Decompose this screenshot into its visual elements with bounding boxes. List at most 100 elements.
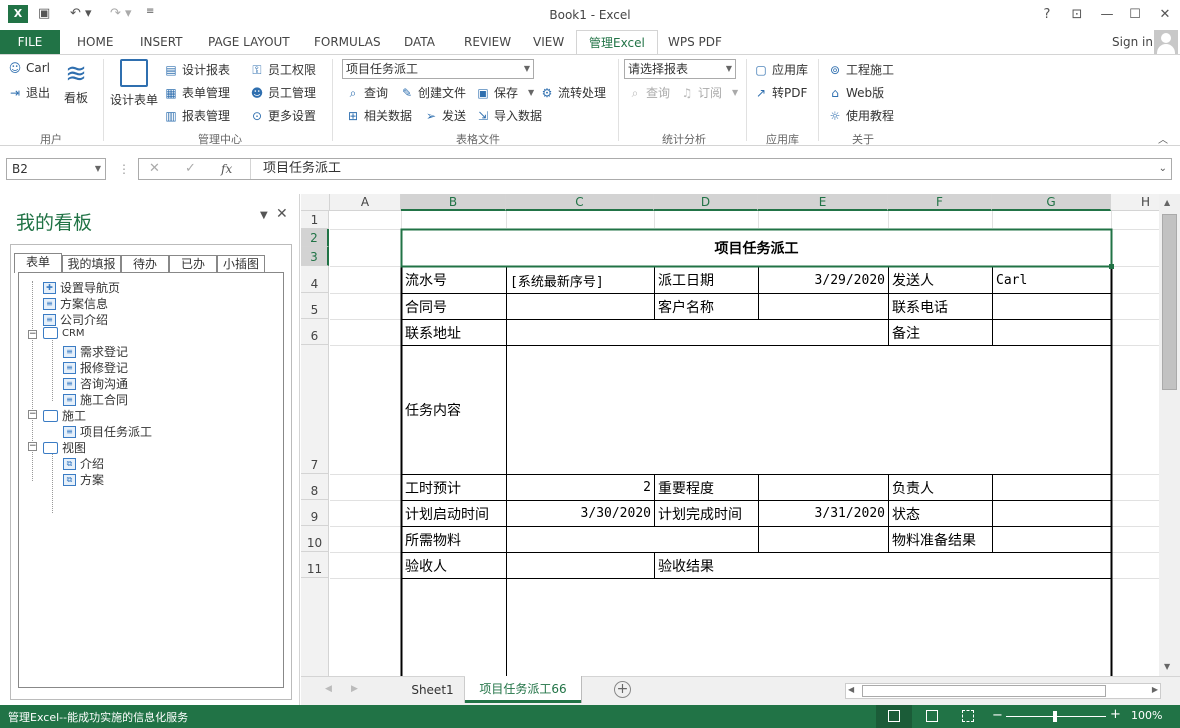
scroll-down-icon[interactable]: ▼: [1164, 662, 1170, 671]
help-button[interactable]: ?: [1032, 4, 1062, 26]
prev-sheet-icon[interactable]: ◀: [325, 684, 332, 694]
tab-formulas[interactable]: FORMULAS: [314, 30, 381, 54]
tutorial-button[interactable]: ☼ 使用教程: [828, 107, 894, 124]
plan-end-value[interactable]: 3/31/2020: [759, 501, 888, 526]
kanban-button[interactable]: ≋ 看板: [64, 59, 88, 106]
page-layout-icon[interactable]: [926, 710, 938, 722]
tab-home[interactable]: HOME: [77, 30, 113, 54]
tree-item[interactable]: ≡ 需求登记: [63, 343, 128, 360]
next-sheet-icon[interactable]: ▶: [351, 684, 358, 694]
formula-input[interactable]: ✕ ✓ fx 项目任务派工 ⌄: [138, 158, 1172, 180]
vertical-scrollbar[interactable]: ▲ ▼: [1159, 194, 1180, 676]
panel-tab-todo[interactable]: 待办: [121, 255, 169, 273]
worksheet-grid[interactable]: A B C D E F G H 1 2 3 4 5 6 7 8 9 10 11: [301, 194, 1159, 676]
send-button[interactable]: ➢ 发送: [424, 107, 466, 124]
import-data-button[interactable]: ⇲ 导入数据: [476, 107, 542, 124]
remark-value[interactable]: [993, 320, 1111, 345]
carl-button[interactable]: ☺ Carl: [8, 61, 50, 75]
form-manage-button[interactable]: ▦ 表单管理: [164, 84, 230, 101]
customer-value[interactable]: [759, 294, 888, 319]
avatar[interactable]: [1154, 30, 1178, 54]
app-store-button[interactable]: ▢ 应用库: [754, 61, 808, 78]
form-title[interactable]: 项目任务派工: [402, 230, 1111, 266]
horizontal-scrollbar[interactable]: ◀ ▶: [845, 683, 1161, 699]
tab-review[interactable]: REVIEW: [464, 30, 511, 54]
fx-icon[interactable]: fx: [221, 159, 232, 179]
related-data-button[interactable]: ⊞ 相关数据: [346, 107, 412, 124]
panel-tab-forms[interactable]: 表单: [14, 253, 62, 273]
report-manage-button[interactable]: ▥ 报表管理: [164, 107, 230, 124]
restore-icon[interactable]: ☐: [1120, 4, 1150, 26]
page-break-icon[interactable]: [962, 710, 974, 722]
tab-page-layout[interactable]: PAGE LAYOUT: [208, 30, 290, 54]
close-icon[interactable]: ✕: [276, 206, 288, 222]
scroll-up-icon[interactable]: ▲: [1164, 198, 1170, 207]
query-button[interactable]: ⌕ 查询: [346, 84, 388, 101]
ribbon-display-icon[interactable]: ⊡: [1062, 4, 1092, 26]
employee-permission-button[interactable]: ⚿ 员工权限: [250, 61, 316, 78]
tree-item[interactable]: ⧉ 介绍: [63, 455, 104, 472]
tab-insert[interactable]: INSERT: [140, 30, 183, 54]
panel-tab-done[interactable]: 已办: [169, 255, 217, 273]
save-button[interactable]: ▣ 保存 ▼: [476, 84, 534, 101]
normal-view-icon[interactable]: [876, 705, 912, 728]
enter-icon[interactable]: ✓: [185, 159, 196, 179]
zoom-out-icon[interactable]: −: [992, 708, 1003, 723]
owner-value[interactable]: [993, 475, 1111, 500]
stats-query-button[interactable]: ⌕ 查询: [628, 84, 670, 101]
add-sheet-icon[interactable]: +: [614, 681, 631, 698]
address-value[interactable]: [507, 320, 888, 345]
contract-value[interactable]: [507, 294, 654, 319]
tree-item[interactable]: ≡ 项目任务派工: [63, 423, 152, 440]
collapse-ribbon-icon[interactable]: ︿: [1158, 131, 1168, 146]
tab-view[interactable]: VIEW: [533, 30, 564, 54]
panel-tab-my-filled[interactable]: 我的填报: [62, 255, 121, 273]
template-select[interactable]: 项目任务派工 ▼: [342, 59, 534, 79]
zoom-slider-thumb[interactable]: [1053, 711, 1057, 722]
more-settings-button[interactable]: ⊙ 更多设置: [250, 107, 316, 124]
close-icon[interactable]: ✕: [1150, 4, 1180, 26]
tab-wps-pdf[interactable]: WPS PDF: [668, 30, 722, 54]
tree-item[interactable]: ≡ 公司介绍: [43, 311, 108, 328]
scroll-right-icon[interactable]: ▶: [1152, 685, 1158, 694]
materials-value[interactable]: [507, 527, 888, 552]
plan-start-value[interactable]: 3/30/2020: [507, 501, 654, 526]
design-form-button[interactable]: 设计表单: [110, 59, 158, 108]
web-version-button[interactable]: ⌂ Web版: [828, 84, 884, 101]
employee-manage-button[interactable]: ☻ 员工管理: [250, 84, 316, 101]
scroll-thumb[interactable]: [862, 685, 1106, 697]
tree-item[interactable]: ≡ 报修登记: [63, 359, 128, 376]
panel-tab-illustrations[interactable]: 小插图: [217, 255, 265, 273]
tree-item[interactable]: ≡ 方案信息: [43, 295, 108, 312]
collapse-icon[interactable]: −: [28, 442, 37, 451]
minimize-icon[interactable]: —: [1092, 4, 1122, 26]
scroll-left-icon[interactable]: ◀: [848, 685, 854, 694]
sheet-tab-sheet1[interactable]: Sheet1: [401, 677, 465, 703]
tree-folder[interactable]: 视图: [43, 439, 86, 456]
tree-item[interactable]: ✚ 设置导航页: [43, 279, 120, 296]
name-box[interactable]: B2 ▼: [6, 158, 106, 180]
tree-item[interactable]: ≡ 咨询沟通: [63, 375, 128, 392]
state-value[interactable]: [993, 501, 1111, 526]
flow-button[interactable]: ⚙ 流转处理: [540, 84, 606, 101]
to-pdf-button[interactable]: ↗ 转PDF: [754, 84, 807, 101]
tree-folder[interactable]: CRM: [43, 327, 85, 339]
hours-value[interactable]: 2: [507, 475, 654, 500]
tree-item[interactable]: ≡ 施工合同: [63, 391, 128, 408]
logout-button[interactable]: ⇥ 退出: [8, 84, 50, 101]
signin-link[interactable]: Sign in: [1112, 30, 1153, 54]
create-file-button[interactable]: ✎ 创建文件: [400, 84, 466, 101]
collapse-icon[interactable]: −: [28, 330, 37, 339]
collapse-icon[interactable]: −: [28, 410, 37, 419]
sender-value[interactable]: Carl: [993, 267, 1111, 293]
expand-formula-icon[interactable]: ⌄: [1159, 159, 1167, 179]
zoom-level[interactable]: 100%: [1131, 709, 1162, 722]
phone-value[interactable]: [993, 294, 1111, 319]
cancel-icon[interactable]: ✕: [149, 159, 160, 179]
design-report-button[interactable]: ▤ 设计报表: [164, 61, 230, 78]
tab-manage-excel[interactable]: 管理Excel: [576, 30, 658, 54]
subscribe-button[interactable]: ♫ 订阅 ▼: [680, 84, 739, 101]
serial-value[interactable]: [系统最新序号]: [507, 267, 654, 293]
report-select[interactable]: 请选择报表 ▼: [624, 59, 736, 79]
zoom-in-icon[interactable]: +: [1110, 707, 1121, 722]
